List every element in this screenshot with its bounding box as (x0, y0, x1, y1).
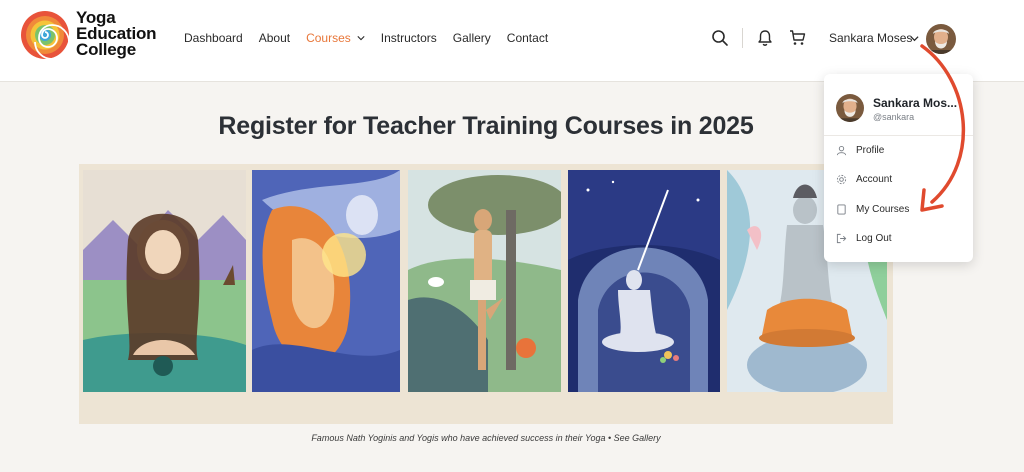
logo-spiral-icon[interactable] (20, 10, 70, 60)
nav-item-contact[interactable]: Contact (507, 31, 548, 45)
book-icon (837, 204, 846, 215)
nav-label: About (258, 31, 291, 45)
menu-item-label: Account (856, 174, 893, 185)
avatar (836, 94, 864, 122)
avatar-portrait-icon (836, 94, 864, 122)
site-header: Yoga Education College Dashboard About C… (0, 0, 1024, 82)
brand-line-3: College (76, 40, 137, 59)
bell-icon[interactable] (757, 29, 773, 47)
cave-meditation-painting (568, 170, 720, 392)
tree-pose-yogi-painting (408, 170, 561, 392)
nav-label: Dashboard (184, 31, 243, 45)
search-icon[interactable] (711, 29, 729, 47)
menu-item-log-out[interactable]: Log Out (836, 233, 892, 244)
gear-icon (836, 174, 847, 185)
menu-item-profile[interactable]: Profile (836, 145, 884, 156)
nav-label: Gallery (452, 31, 491, 45)
chevron-down-icon (357, 36, 365, 41)
gallery-banner[interactable] (79, 164, 893, 424)
fish-goddess-painting (252, 170, 400, 392)
header-divider (742, 28, 743, 48)
annotation-arrow-icon (920, 44, 966, 212)
menu-item-my-courses[interactable]: My Courses (836, 204, 909, 215)
nav-item-instructors[interactable]: Instructors (381, 31, 437, 45)
main-nav: Dashboard About Courses Instructors Gall… (184, 31, 564, 45)
cart-icon[interactable] (789, 29, 806, 46)
menu-item-account[interactable]: Account (836, 174, 892, 185)
nav-item-about[interactable]: About (259, 31, 290, 45)
user-icon (836, 146, 847, 156)
nav-label: Instructors (380, 31, 437, 45)
nav-item-courses[interactable]: Courses (306, 31, 365, 45)
logout-icon (836, 233, 847, 244)
brand-name[interactable]: Yoga Education College (76, 9, 157, 59)
gallery-image-cave-meditation[interactable] (568, 170, 720, 392)
gallery-image-tree-pose-yogi[interactable] (408, 170, 561, 392)
yogini-forest-painting (83, 170, 246, 392)
nav-label: Courses (306, 31, 351, 45)
nav-item-gallery[interactable]: Gallery (453, 31, 491, 45)
gallery-caption[interactable]: Famous Nath Yoginis and Yogis who have a… (0, 433, 972, 443)
gallery-image-yogini-forest[interactable] (83, 170, 246, 392)
nav-label: Contact (506, 31, 549, 45)
gallery-image-fish-goddess[interactable] (252, 170, 400, 392)
menu-item-label: Log Out (856, 233, 892, 244)
nav-item-dashboard[interactable]: Dashboard (184, 31, 243, 45)
menu-item-label: Profile (856, 145, 885, 156)
